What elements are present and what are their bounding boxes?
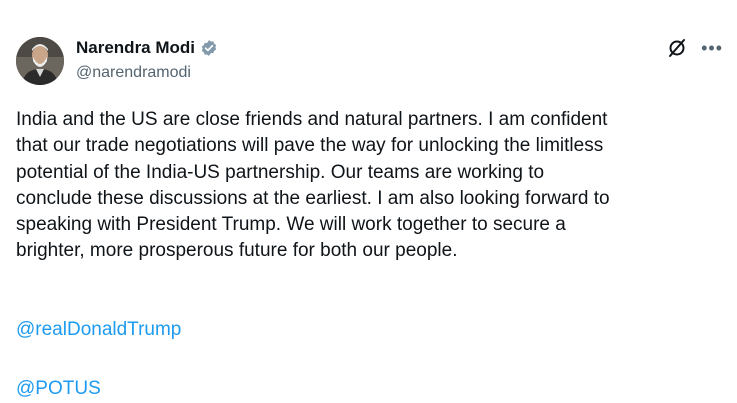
tweet-text-line: speaking with President Trump. We will w… bbox=[16, 214, 566, 236]
tweet-text: India and the US are close friends and n… bbox=[16, 107, 726, 265]
tweet-card: Narendra Modi @narendramodi ••• India an… bbox=[0, 0, 737, 403]
mention-link-realdonaldtrump[interactable]: @realDonaldTrump bbox=[16, 319, 181, 341]
verified-badge-icon bbox=[200, 39, 218, 57]
tweet-text-line: India and the US are close friends and n… bbox=[16, 109, 608, 130]
author-name-row: Narendra Modi bbox=[76, 38, 218, 58]
avatar[interactable] bbox=[16, 37, 64, 85]
tweet-text-line: conclude these discussions at the earlie… bbox=[16, 187, 610, 209]
display-name[interactable]: Narendra Modi bbox=[76, 38, 195, 58]
tweet-actions: ••• bbox=[667, 38, 723, 58]
tweet-text-line: that our trade negotiations will pave th… bbox=[16, 135, 604, 157]
grok-icon[interactable] bbox=[667, 38, 687, 58]
author-handle[interactable]: @narendramodi bbox=[76, 64, 191, 82]
more-icon[interactable]: ••• bbox=[701, 39, 723, 57]
tweet-text-line: brighter, more prosperous future for bot… bbox=[16, 240, 458, 262]
tweet-text-line: potential of the India-US partnership. O… bbox=[16, 161, 545, 183]
mention-link-potus[interactable]: @POTUS bbox=[16, 378, 101, 400]
